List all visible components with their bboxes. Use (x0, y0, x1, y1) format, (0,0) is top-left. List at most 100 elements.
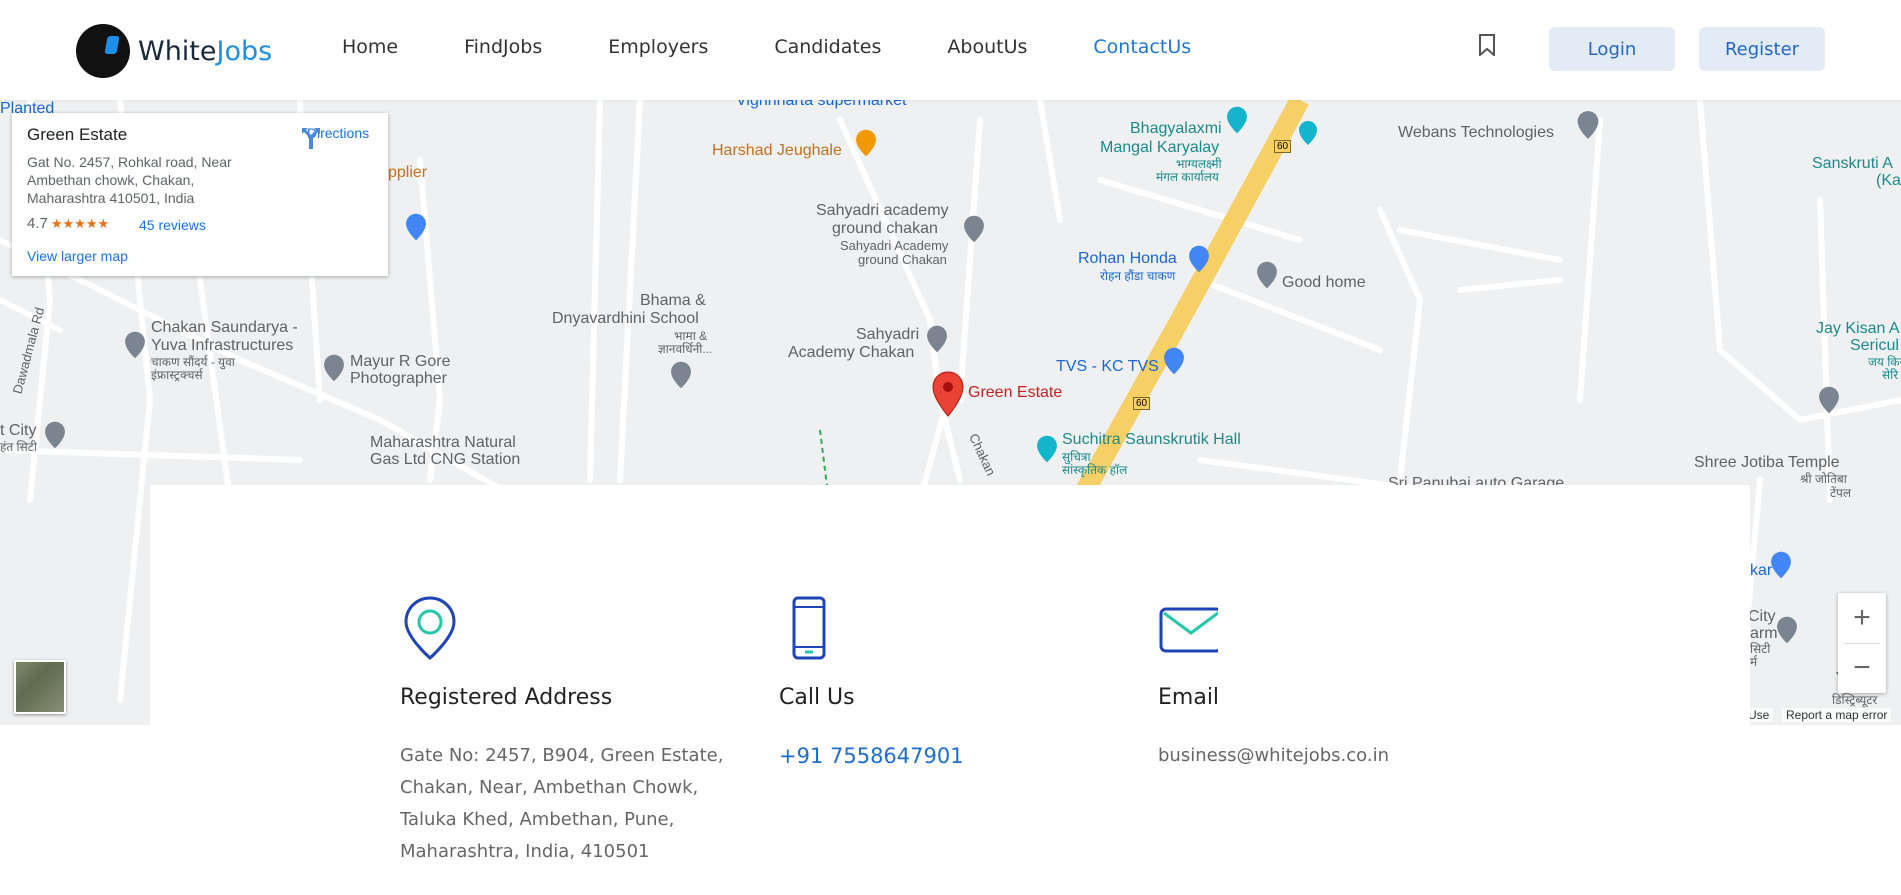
pin-icon (1577, 111, 1599, 139)
register-button[interactable]: Register (1699, 27, 1825, 71)
map-label: Sanskruti A (1812, 155, 1893, 172)
map-label: Maharashtra Natural (370, 434, 516, 451)
login-button[interactable]: Login (1549, 27, 1675, 71)
site-header: WhiteJobs Home FindJobs Employers Candid… (0, 0, 1901, 100)
map-label: Photographer (350, 370, 447, 387)
pin-icon (1819, 386, 1839, 414)
map-label: Good home (1282, 274, 1366, 291)
pin-icon (45, 421, 65, 449)
map-label: pplier (388, 164, 428, 181)
map-label: Shree Jotiba Temple (1694, 454, 1840, 471)
map-label: ground Chakan (858, 252, 947, 267)
map-label: डिस्ट्रिब्यूटर (1832, 693, 1878, 707)
map-label: र्म (1750, 655, 1758, 669)
map-label: Academy Chakan (788, 344, 915, 361)
map-label: Suchitra Saunskrutik Hall (1062, 431, 1241, 448)
pin-icon (406, 213, 426, 241)
report-map-error-link[interactable]: Report a map error (1782, 708, 1892, 722)
pin-icon (671, 361, 691, 389)
satellite-toggle[interactable] (14, 660, 66, 714)
email-link[interactable]: business@whitejobs.co.in (1158, 740, 1389, 772)
map-label: TVS - KC TVS (1056, 358, 1159, 375)
main-nav: Home FindJobs Employers Candidates About… (342, 36, 1257, 58)
directions-button[interactable]: Directions (298, 125, 378, 149)
nav-contactus[interactable]: ContactUs (1093, 36, 1191, 58)
map-label: arm (1750, 625, 1778, 642)
pin-icon (1227, 106, 1247, 134)
place-title: Green Estate (27, 125, 128, 144)
address-value: Gate No: 2457, B904, Green Estate, Chaka… (400, 745, 724, 862)
place-rating: 4.7 ★★★★★ (27, 215, 109, 232)
logo-text: WhiteJobs (138, 35, 273, 67)
location-pin-icon (404, 596, 456, 660)
map-label: Mangal Karyalay (1100, 139, 1220, 156)
map-label: Sahyadri academy (816, 202, 949, 219)
pin-icon (1777, 616, 1797, 644)
view-larger-map-link[interactable]: View larger map (27, 248, 128, 264)
nav-employers[interactable]: Employers (608, 36, 708, 58)
pin-icon (1771, 551, 1791, 579)
place-info-card: Green Estate Gat No. 2457, Rohkal road, … (12, 113, 388, 276)
rating-value: 4.7 (27, 215, 48, 232)
logo[interactable]: WhiteJobs (76, 24, 272, 78)
pin-icon (324, 354, 344, 382)
pin-icon (1164, 347, 1184, 375)
pin-icon (927, 325, 947, 353)
place-address: Gat No. 2457, Rohkal road, Near Ambethan… (27, 154, 232, 206)
map-label: Rohan Honda (1078, 250, 1177, 267)
address-column: Registered Address Gate No: 2457, B904, … (400, 595, 730, 862)
map-label: मंगल कार्यालय (1156, 170, 1219, 184)
zoom-in-button[interactable]: + (1838, 593, 1886, 643)
contact-section: Registered Address Gate No: 2457, B904, … (150, 485, 1750, 895)
phone-icon (792, 596, 826, 660)
map-label: टेंपल (1830, 486, 1852, 500)
road-shield: 60 (1274, 140, 1292, 153)
pin-icon (964, 215, 984, 243)
pin-icon (856, 129, 876, 157)
map-label: Bhagyalaxmi (1130, 120, 1222, 137)
pin-icon (125, 331, 145, 359)
map-label: Webans Technologies (1398, 124, 1554, 141)
map-label: हंत सिटी (0, 440, 37, 454)
map-label: Chakan Saundarya - (151, 319, 298, 336)
phone-link[interactable]: +91 7558647901 (779, 740, 964, 772)
zoom-out-button[interactable]: − (1838, 643, 1886, 693)
map-label: Green Estate (968, 384, 1063, 401)
map-label: City (1748, 608, 1776, 625)
email-title: Email (1158, 685, 1220, 710)
pin-icon (1037, 435, 1057, 463)
pin-icon (1257, 261, 1277, 289)
bookmark-icon[interactable] (1478, 34, 1496, 56)
address-title: Registered Address (400, 685, 613, 710)
reviews-link[interactable]: 45 reviews (139, 217, 206, 233)
map-label: ground chakan (832, 220, 938, 237)
nav-candidates[interactable]: Candidates (774, 36, 881, 58)
map-label: (Ka (1876, 172, 1901, 189)
email-column: Email business@whitejobs.co.in (1158, 595, 1488, 766)
call-title: Call Us (779, 685, 855, 710)
map-label: Harshad Jeughale (712, 142, 842, 159)
map-label: Yuva Infrastructures (151, 337, 294, 354)
logo-mark (76, 24, 130, 78)
location-pin-icon[interactable] (931, 370, 965, 418)
map-label: t City (0, 422, 37, 439)
map-label: Sericul (1850, 337, 1899, 354)
nav-findjobs[interactable]: FindJobs (464, 36, 542, 58)
call-column: Call Us +91 7558647901 (779, 595, 1109, 768)
map-label: kar (1750, 562, 1773, 579)
map-label: ज्ञानवर्धिनी... (658, 342, 713, 356)
map-label: सेरि (1882, 368, 1899, 382)
map-label: Jay Kisan A (1816, 320, 1900, 337)
pin-icon (1189, 245, 1209, 273)
email-icon (1159, 607, 1223, 653)
directions-icon (302, 128, 320, 149)
nav-aboutus[interactable]: AboutUs (947, 36, 1027, 58)
map-label: सांस्कृतिक हॉल (1062, 463, 1128, 477)
zoom-control: + − (1838, 593, 1886, 693)
nav-home[interactable]: Home (342, 36, 398, 58)
map-label: Dnyavardhini School (552, 310, 699, 327)
map-label: रोहन हौंडा चाकण (1100, 269, 1176, 283)
map-label: Gas Ltd CNG Station (370, 451, 521, 468)
star-rating-icon: ★★★★★ (50, 216, 110, 231)
map-label: इंफ्रास्ट्रक्चर्स (151, 368, 203, 382)
